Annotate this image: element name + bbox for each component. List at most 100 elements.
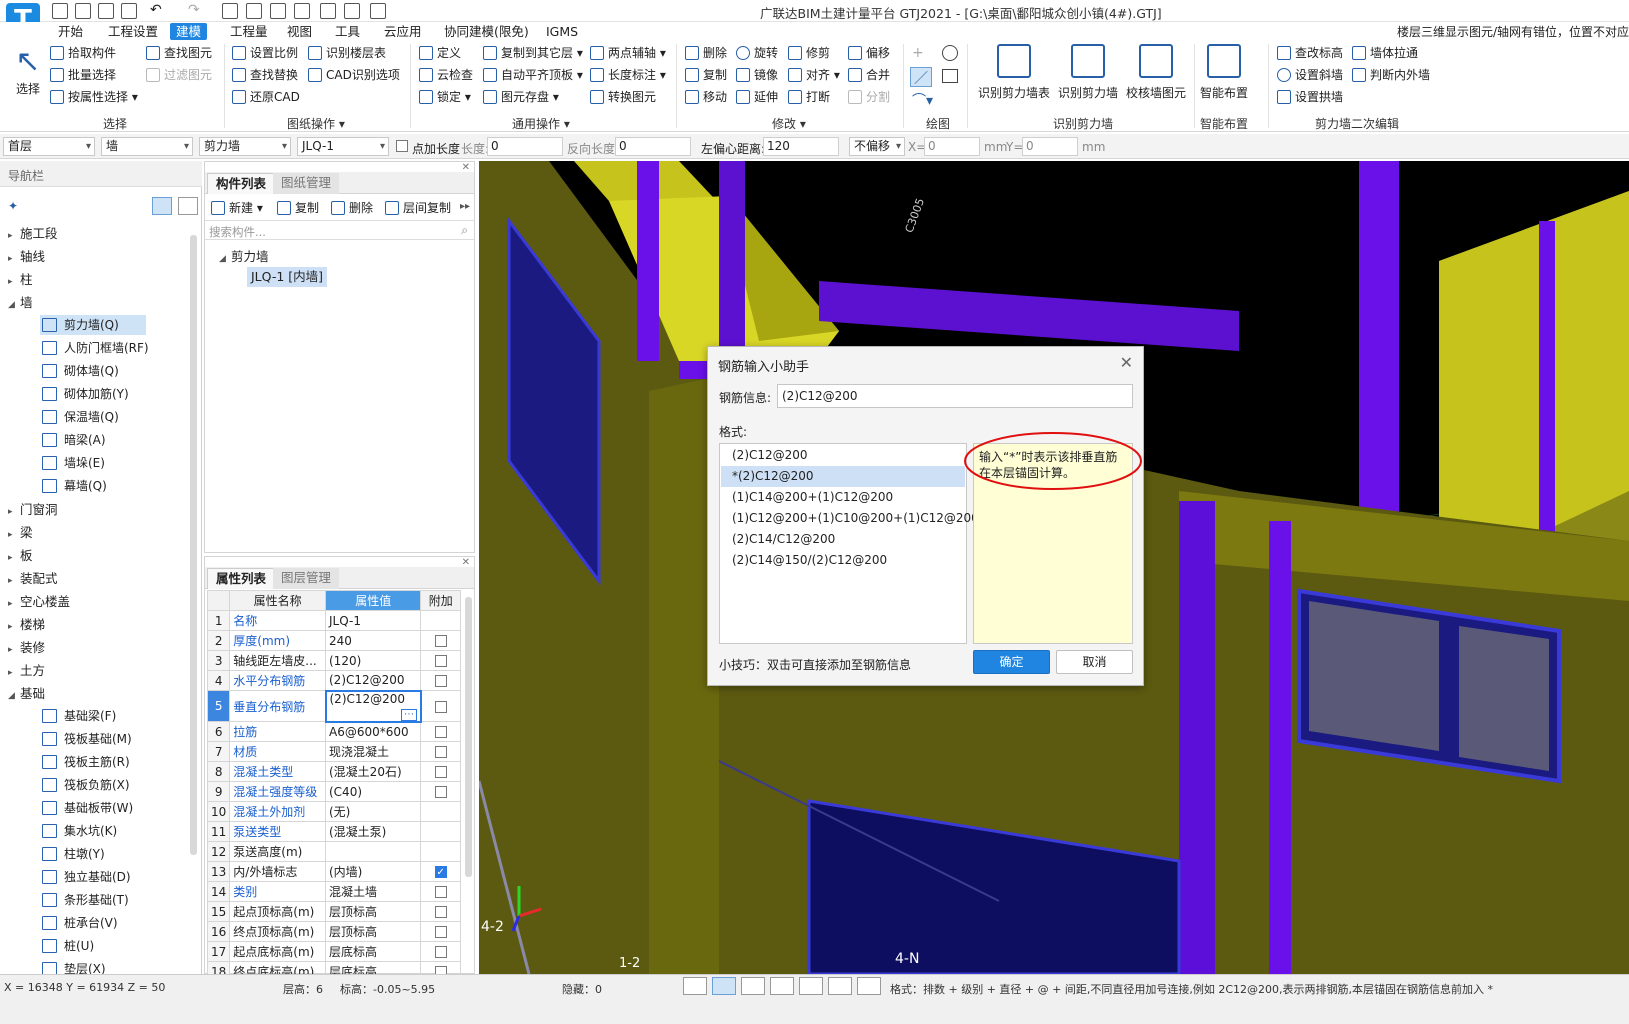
format-option[interactable]: (1)C14@200+(1)C12@200: [721, 487, 965, 508]
menu-view[interactable]: 视图: [281, 23, 318, 40]
nav-item-axis[interactable]: ▸ 轴线: [8, 246, 45, 268]
delete-button[interactable]: 删除: [683, 43, 727, 63]
property-row[interactable]: 3 轴线距左墙皮... (120): [206, 650, 461, 671]
snap-icon[interactable]: [683, 977, 707, 995]
menu-cloud[interactable]: 云应用: [378, 23, 428, 40]
additional-cell[interactable]: [420, 721, 461, 742]
menu-quantity[interactable]: 工程量: [224, 23, 274, 40]
tree-root[interactable]: ◢ 剪力墙: [219, 246, 269, 265]
property-value[interactable]: A6@600*600: [324, 721, 422, 742]
property-value[interactable]: 层底标高: [324, 941, 422, 962]
expand-icon[interactable]: ▸: [8, 501, 20, 523]
nav-item-group-5[interactable]: ▸ 楼梯: [8, 614, 45, 636]
component-select[interactable]: JLQ-1: [297, 137, 389, 156]
cad-options-button[interactable]: CAD识别选项: [306, 65, 400, 85]
tab-component-list[interactable]: 构件列表: [207, 173, 276, 194]
type-select[interactable]: 墙: [101, 137, 193, 156]
property-row[interactable]: 11 泵送类型 (混凝土泵): [206, 821, 461, 842]
property-row[interactable]: 8 混凝土类型 (混凝土20石): [206, 761, 461, 782]
property-row[interactable]: 7 材质 现浇混凝土: [206, 741, 461, 762]
property-row[interactable]: 9 混凝土强度等级 (C40): [206, 781, 461, 802]
box-icon[interactable]: [344, 3, 360, 19]
additional-cell[interactable]: [420, 801, 461, 822]
change-elevation-button[interactable]: 查改标高: [1275, 43, 1343, 63]
additional-checkbox[interactable]: [434, 906, 447, 918]
find-element-button[interactable]: 查找图元: [144, 43, 212, 63]
tab-layer-management[interactable]: 图层管理: [273, 568, 340, 589]
menu-igms[interactable]: IGMS: [540, 23, 584, 40]
floor-copy-button[interactable]: 层间复制: [383, 198, 451, 218]
two-point-axis-button[interactable]: 两点辅轴 ▾: [588, 43, 666, 63]
expand-icon[interactable]: ▸: [8, 547, 20, 569]
subtype-select[interactable]: 剪力墙: [199, 137, 291, 156]
property-value[interactable]: 现浇混凝土: [324, 741, 422, 762]
nav-item-group-4[interactable]: ▸ 空心楼盖: [8, 591, 70, 613]
expand-icon[interactable]: ▸: [8, 524, 20, 546]
filter-element-button[interactable]: 过滤图元: [144, 65, 212, 85]
menu-tools[interactable]: 工具: [329, 23, 366, 40]
nav-sub-base-6[interactable]: 柱墩(Y): [40, 844, 146, 864]
additional-cell[interactable]: [420, 690, 461, 722]
expand-icon[interactable]: ▸: [8, 593, 20, 615]
nav-item-construction-section[interactable]: ▸ 施工段: [8, 223, 58, 245]
additional-cell[interactable]: [420, 761, 461, 782]
property-row[interactable]: 13 内/外墙标志 (内墙) ✓: [206, 861, 461, 882]
search-input[interactable]: 搜索构件...: [209, 224, 266, 240]
property-row[interactable]: 10 混凝土外加剂 (无): [206, 801, 461, 822]
table-icon[interactable]: [270, 3, 286, 19]
nav-sub-base-3[interactable]: 筏板负筋(X): [40, 775, 146, 795]
define-button[interactable]: 定义: [417, 43, 461, 63]
ellipsis-icon[interactable]: ⋯: [400, 708, 417, 720]
rotate-button[interactable]: 旋转: [734, 43, 778, 63]
additional-cell[interactable]: [420, 741, 461, 762]
select-button[interactable]: ↖ 选择: [8, 44, 48, 97]
property-value[interactable]: JLQ-1: [324, 610, 422, 631]
more-icon[interactable]: ▸▸: [460, 201, 470, 212]
component-item-jlq1[interactable]: JLQ-1 [内墙]: [247, 267, 328, 287]
property-value[interactable]: (120): [324, 650, 422, 671]
pick-component-button[interactable]: 拾取构件: [48, 43, 116, 63]
nav-sub-base-2[interactable]: 筏板主筋(R): [40, 752, 146, 772]
property-row[interactable]: 4 水平分布钢筋 (2)C12@200: [206, 670, 461, 691]
find-replace-button[interactable]: 查找替换: [230, 65, 298, 85]
nav-sub-wall-0[interactable]: 剪力墙(Q): [40, 315, 146, 335]
element-save-button[interactable]: 图元存盘 ▾: [481, 87, 559, 107]
plus-icon[interactable]: [799, 977, 823, 995]
sum-icon[interactable]: [222, 3, 238, 19]
property-row[interactable]: 17 起点底标高(m) 层底标高: [206, 941, 461, 962]
format-option[interactable]: (2)C12@200: [721, 445, 965, 466]
nav-item-group-6[interactable]: ▸ 装修: [8, 637, 45, 659]
nav-sub-wall-6[interactable]: 墙垛(E): [40, 453, 146, 473]
rebar-info-input[interactable]: (2)C12@200: [777, 384, 1133, 408]
layer-icon[interactable]: [828, 977, 852, 995]
rotate-point-icon[interactable]: [942, 45, 958, 61]
recognize-floor-table-button[interactable]: 识别楼层表: [306, 43, 386, 63]
delete-component-button[interactable]: 删除: [329, 198, 373, 218]
additional-checkbox[interactable]: [434, 655, 447, 667]
nav-item-wall[interactable]: ◢ 墙: [8, 292, 33, 314]
cancel-button[interactable]: 取消: [1056, 650, 1133, 674]
nav-item-group-0[interactable]: ▸ 门窗洞: [8, 499, 58, 521]
split-button[interactable]: 分割: [846, 87, 890, 107]
additional-checkbox[interactable]: ✓: [434, 866, 447, 878]
new-component-button[interactable]: 新建 ▾: [209, 198, 263, 218]
search-bar[interactable]: 搜索构件... ⌕: [205, 220, 474, 240]
length-dim-button[interactable]: 长度标注 ▾: [588, 65, 666, 85]
property-row[interactable]: 2 厚度(mm) 240: [206, 630, 461, 651]
point-icon[interactable]: +: [912, 45, 932, 63]
nav-sub-base-7[interactable]: 独立基础(D): [40, 867, 146, 887]
tab-drawing-management[interactable]: 图纸管理: [273, 173, 340, 194]
additional-checkbox[interactable]: [434, 766, 447, 778]
lock-button[interactable]: 锁定 ▾: [417, 87, 471, 107]
additional-cell[interactable]: [420, 881, 461, 902]
save-icon[interactable]: [98, 3, 114, 19]
property-value[interactable]: [324, 841, 422, 862]
property-value[interactable]: (内墙): [324, 861, 422, 882]
additional-cell[interactable]: [420, 841, 461, 862]
folder-icon[interactable]: [121, 3, 137, 19]
nav-sub-wall-2[interactable]: 砌体墙(Q): [40, 361, 146, 381]
additional-cell[interactable]: [420, 921, 461, 942]
property-row[interactable]: 12 泵送高度(m): [206, 841, 461, 862]
pin-icon[interactable]: ✦: [8, 199, 18, 213]
property-row[interactable]: 5 垂直分布钢筋 (2)C12@200 ⋯: [206, 689, 461, 723]
